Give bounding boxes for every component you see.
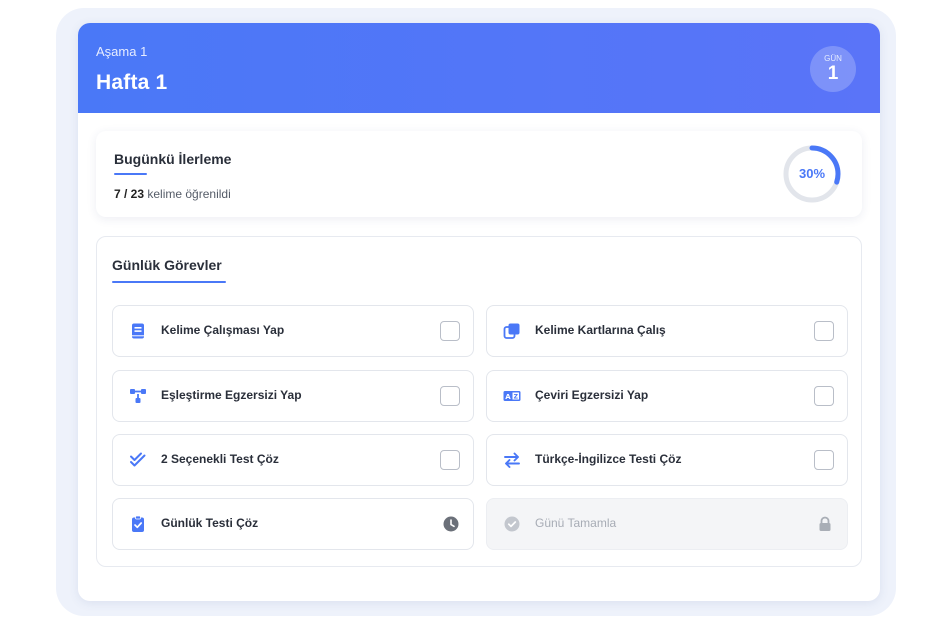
progress-title: Bugünkü İlerleme	[114, 151, 232, 167]
task-label: Günlük Testi Çöz	[161, 516, 259, 530]
lock-icon	[819, 516, 831, 531]
task-checkbox[interactable]	[814, 450, 834, 470]
progress-card: Bugünkü İlerleme 7 / 23 kelime öğrenildi…	[96, 131, 862, 217]
daily-tasks-title: Günlük Görevler	[112, 257, 222, 273]
task-label: Kelime Kartlarına Çalış	[535, 323, 666, 337]
clipboard-check-icon	[132, 515, 144, 532]
progress-count: 7 / 23 kelime öğrenildi	[114, 187, 231, 201]
task-label: Türkçe-İngilizce Testi Çöz	[535, 452, 682, 466]
task-ceviri[interactable]: A Z Çeviri Egzersizi Yap	[486, 370, 848, 422]
progress-learned-count: 7 / 23	[114, 187, 145, 201]
week-card: Aşama 1 Hafta 1 GÜN 1 Bugünkü İlerleme 7…	[78, 23, 880, 601]
task-checkbox[interactable]	[814, 386, 834, 406]
matching-icon	[130, 389, 146, 403]
day-badge: GÜN 1	[810, 46, 856, 92]
day-badge-label: GÜN	[824, 54, 842, 63]
progress-title-underline	[114, 173, 147, 175]
task-checkbox[interactable]	[440, 386, 460, 406]
daily-tasks-card: Günlük Görevler Kelime Çalışması Yap Kel…	[96, 236, 862, 567]
task-iki-secenekli-test[interactable]: 2 Seçenekli Test Çöz	[112, 434, 474, 486]
task-turkce-ingilizce-test[interactable]: Türkçe-İngilizce Testi Çöz	[486, 434, 848, 486]
progress-percent: 30%	[798, 166, 826, 181]
clock-icon	[443, 516, 459, 532]
task-label: Günü Tamamla	[535, 516, 617, 530]
task-eslestirme[interactable]: Eşleştirme Egzersizi Yap	[112, 370, 474, 422]
task-label: 2 Seçenekli Test Çöz	[161, 452, 279, 466]
task-checkbox[interactable]	[440, 450, 460, 470]
card-header: Aşama 1 Hafta 1 GÜN 1	[78, 23, 880, 113]
book-icon	[132, 323, 144, 339]
svg-text:A: A	[505, 393, 511, 401]
translate-icon: A Z	[503, 391, 521, 401]
check-circle-icon	[504, 516, 520, 532]
task-label: Eşleştirme Egzersizi Yap	[161, 388, 302, 402]
cards-icon	[503, 323, 520, 339]
daily-tasks-title-underline	[112, 281, 226, 283]
double-check-icon	[130, 452, 146, 467]
stage-label: Aşama 1	[96, 44, 148, 59]
day-badge-number: 1	[827, 63, 839, 84]
progress-count-suffix: kelime öğrenildi	[144, 187, 231, 201]
swap-arrows-icon	[504, 452, 520, 468]
task-kelime-kartlari[interactable]: Kelime Kartlarına Çalış	[486, 305, 848, 357]
task-label: Kelime Çalışması Yap	[161, 323, 285, 337]
svg-text:Z: Z	[514, 394, 519, 401]
task-label: Çeviri Egzersizi Yap	[535, 388, 649, 402]
task-checkbox[interactable]	[440, 321, 460, 341]
week-title: Hafta 1	[96, 71, 168, 94]
task-kelime-calismasi[interactable]: Kelime Çalışması Yap	[112, 305, 474, 357]
task-checkbox[interactable]	[814, 321, 834, 341]
task-gunluk-test[interactable]: Günlük Testi Çöz	[112, 498, 474, 550]
task-gunu-tamamla: Günü Tamamla	[486, 498, 848, 550]
